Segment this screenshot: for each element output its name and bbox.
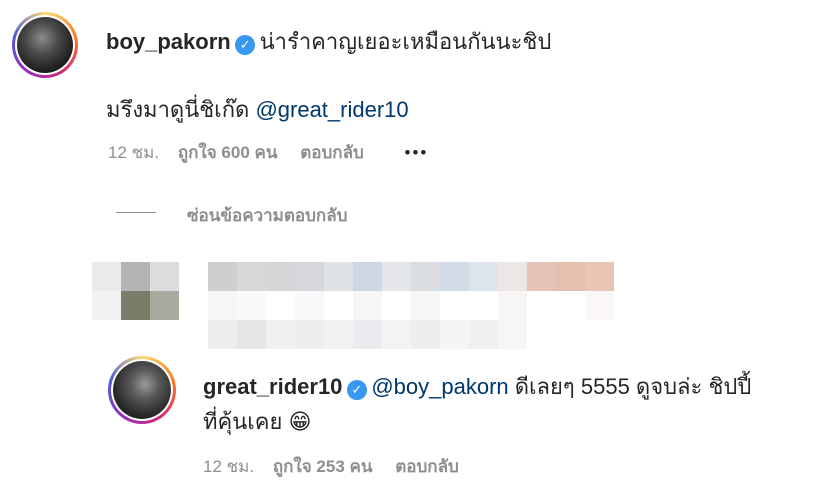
censored-mosaic xyxy=(92,262,632,352)
reply-avatar[interactable] xyxy=(108,356,176,424)
avatar-photo xyxy=(17,17,73,73)
comment-text: น่ารำคาญเยอะเหมือนกันนะชิป xyxy=(259,29,552,54)
reply-reply-button[interactable]: ตอบกลับ xyxy=(395,457,459,476)
reply-header: great_rider10 ✓ @boy_pakorn ดีเลยๆ 5555 … xyxy=(203,369,751,404)
more-options-icon[interactable]: ••• xyxy=(405,143,429,162)
reply-meta: 12 ชม. ถูกใจ 253 คน ตอบกลับ xyxy=(203,453,459,480)
comment-meta: 12 ชม. ถูกใจ 600 คน ตอบกลับ ••• xyxy=(108,139,428,166)
avatar[interactable] xyxy=(12,12,78,78)
reply-text-line2: ที่คุ้นเคย xyxy=(203,409,283,434)
reply-username[interactable]: great_rider10 xyxy=(203,374,342,399)
verified-badge-icon: ✓ xyxy=(235,34,256,55)
username[interactable]: boy_pakorn xyxy=(106,29,231,54)
reply-text-line2-wrap: ที่คุ้นเคย 😁 xyxy=(203,404,311,439)
reply-mention-link[interactable]: @boy_pakorn xyxy=(371,374,508,399)
grin-emoji-icon: 😁 xyxy=(288,409,312,434)
comment-text-line2: มรึงมาดูนี่ชิเก๊ด @great_rider10 xyxy=(106,92,409,127)
reply-avatar-photo xyxy=(113,361,171,419)
comment-header: boy_pakorn ✓ น่ารำคาญเยอะเหมือนกันนะชิป xyxy=(106,24,551,59)
reply-text-line1: ดีเลยๆ 5555 ดูจบล่ะ ชิปปี้ xyxy=(508,374,752,399)
reply-button[interactable]: ตอบกลับ xyxy=(300,143,364,162)
reply-likes-count[interactable]: ถูกใจ 253 คน xyxy=(273,457,373,476)
hide-replies-line xyxy=(116,212,156,213)
comment-time[interactable]: 12 ชม. xyxy=(108,143,159,162)
comment-text-body: มรึงมาดูนี่ชิเก๊ด xyxy=(106,97,250,122)
hide-replies-button[interactable]: ซ่อนข้อความตอบกลับ xyxy=(187,202,347,229)
likes-count[interactable]: ถูกใจ 600 คน xyxy=(178,143,278,162)
reply-time[interactable]: 12 ชม. xyxy=(203,457,254,476)
mention-link[interactable]: @great_rider10 xyxy=(255,97,408,122)
verified-badge-icon: ✓ xyxy=(346,379,367,400)
